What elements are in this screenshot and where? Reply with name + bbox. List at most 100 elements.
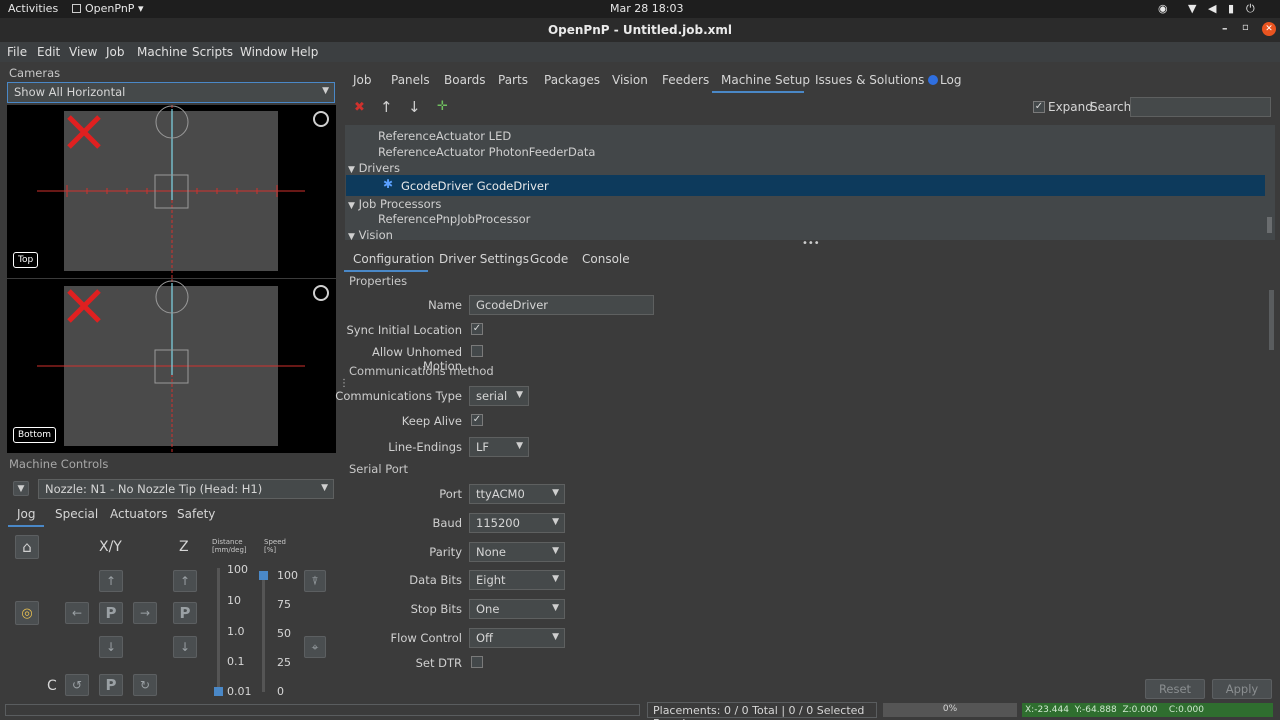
splitter-handle[interactable]: ⋮	[339, 378, 349, 389]
speed-slider-thumb[interactable]	[259, 571, 268, 580]
port-select[interactable]: ttyACM0 ▼	[469, 484, 565, 504]
stop-bits-label: Stop Bits	[410, 602, 462, 616]
arrow-left-icon: ←	[71, 606, 83, 620]
power-icon[interactable]: ⏻	[1246, 2, 1255, 16]
allow-unhomed-motion-checkbox[interactable]	[471, 345, 483, 357]
menu-file[interactable]: File	[7, 45, 27, 59]
distance-slider-thumb[interactable]	[214, 687, 223, 696]
tab-gcode[interactable]: Gcode	[530, 252, 568, 266]
tree-group-vision[interactable]: ▼ Vision	[348, 228, 393, 242]
collapse-controls-button[interactable]: ▼	[13, 481, 29, 496]
baud-select[interactable]: 115200 ▼	[469, 513, 565, 533]
tree-scrollbar[interactable]	[1267, 217, 1272, 233]
expand-checkbox[interactable]: ✓	[1033, 101, 1045, 113]
progress-text: 0%	[942, 704, 958, 714]
name-field[interactable]: GcodeDriver	[469, 295, 654, 315]
sync-initial-location-checkbox[interactable]: ✓	[471, 323, 483, 335]
add-icon[interactable]: ✛	[437, 99, 448, 114]
keep-alive-checkbox[interactable]: ✓	[471, 414, 483, 426]
rotate-cw-button[interactable]: ↻	[133, 674, 157, 696]
camera-view-bottom[interactable]: Bottom	[7, 279, 336, 453]
menu-help[interactable]: Help	[291, 45, 318, 59]
tab-driver-settings[interactable]: Driver Settings	[439, 252, 529, 266]
park-c-button[interactable]: P	[99, 674, 123, 696]
tab-console[interactable]: Console	[582, 252, 630, 266]
feeder-button[interactable]: ⍒	[304, 570, 326, 592]
battery-icon[interactable]: ▮	[1228, 2, 1234, 15]
close-icon[interactable]: ✕	[1262, 22, 1276, 36]
park-z-button[interactable]: P	[173, 602, 197, 624]
config-scrollbar[interactable]	[1269, 290, 1274, 350]
maximize-icon[interactable]: ▫	[1242, 22, 1249, 33]
menu-machine[interactable]: Machine	[137, 45, 187, 59]
tree-item-actuator-led[interactable]: ReferenceActuator LED	[378, 129, 511, 143]
tree-item-actuator-photon[interactable]: ReferenceActuator PhotonFeederData	[378, 145, 595, 159]
camera-position-button[interactable]: ⌖	[304, 636, 326, 658]
menu-job[interactable]: Job	[106, 45, 125, 59]
line-endings-select[interactable]: LF ▼	[469, 437, 529, 457]
nozzle-select[interactable]: Nozzle: N1 - No Nozzle Tip (Head: H1) ▼	[38, 479, 334, 499]
tree-group-job-processors[interactable]: ▼ Job Processors	[348, 197, 441, 211]
menu-edit[interactable]: Edit	[37, 45, 60, 59]
menu-window[interactable]: Window	[240, 45, 287, 59]
home-button[interactable]: ⌂	[15, 535, 39, 559]
cameras-label: Cameras	[9, 66, 61, 80]
tab-boards[interactable]: Boards	[444, 73, 486, 87]
move-down-icon[interactable]: ↓	[408, 98, 421, 116]
tree-item-job-processor[interactable]: ReferencePnpJobProcessor	[378, 212, 530, 226]
communications-type-select[interactable]: serial ▼	[469, 386, 529, 406]
tab-special[interactable]: Special	[55, 507, 98, 521]
flow-control-select[interactable]: Off ▼	[469, 628, 565, 648]
tab-issues-solutions[interactable]: Issues & Solutions	[815, 73, 939, 87]
camera-view-top[interactable]: Top	[7, 105, 336, 278]
clock[interactable]: Mar 28 18:03	[610, 2, 683, 15]
parity-select[interactable]: None ▼	[469, 542, 565, 562]
tab-job[interactable]: Job	[353, 73, 372, 87]
position-camera-button[interactable]: ◎	[15, 601, 39, 625]
splitter-handle-horizontal[interactable]: •••	[802, 238, 820, 249]
rotate-ccw-button[interactable]: ↺	[65, 674, 89, 696]
wifi-icon[interactable]: ▼	[1188, 2, 1196, 15]
tab-configuration[interactable]: Configuration	[353, 252, 434, 266]
tab-safety[interactable]: Safety	[177, 507, 215, 521]
jog-z-minus-button[interactable]: ↓	[173, 636, 197, 658]
sync-initial-location-label: Sync Initial Location	[346, 323, 463, 337]
activities-button[interactable]: Activities	[8, 2, 58, 15]
search-input[interactable]	[1130, 97, 1271, 117]
tree-group-drivers[interactable]: ▼ Drivers	[348, 161, 400, 175]
tab-vision[interactable]: Vision	[612, 73, 648, 87]
camera-view-select[interactable]: Show All Horizontal ▼	[7, 82, 335, 103]
tab-machine-setup[interactable]: Machine Setup	[721, 73, 810, 87]
jog-x-plus-button[interactable]: →	[133, 602, 157, 624]
jog-z-plus-button[interactable]: ↑	[173, 570, 197, 592]
tab-log[interactable]: Log	[940, 73, 961, 87]
set-dtr-checkbox[interactable]	[471, 656, 483, 668]
menu-view[interactable]: View	[69, 45, 97, 59]
data-bits-select[interactable]: Eight ▼	[469, 570, 565, 590]
park-xy-button[interactable]: P	[99, 602, 123, 624]
app-menu[interactable]: OpenPnP ▾	[72, 2, 143, 15]
chrome-icon[interactable]: ◉	[1158, 2, 1168, 15]
stop-bits-select[interactable]: One ▼	[469, 599, 565, 619]
tab-parts[interactable]: Parts	[498, 73, 528, 87]
speed-slider-track[interactable]	[262, 572, 265, 692]
tab-packages[interactable]: Packages	[544, 73, 600, 87]
reset-button[interactable]: Reset	[1145, 679, 1205, 699]
jog-x-minus-button[interactable]: ←	[65, 602, 89, 624]
tab-actuators[interactable]: Actuators	[110, 507, 168, 521]
minimize-icon[interactable]: –	[1222, 22, 1228, 35]
menu-scripts[interactable]: Scripts	[192, 45, 233, 59]
tab-feeders[interactable]: Feeders	[662, 73, 709, 87]
jog-y-plus-button[interactable]: ↑	[99, 570, 123, 592]
tree-item-gcodedriver[interactable]: ✱ GcodeDriver GcodeDriver	[346, 175, 1265, 196]
apply-button[interactable]: Apply	[1212, 679, 1272, 699]
delete-icon[interactable]: ✖	[354, 100, 365, 115]
volume-icon[interactable]: ◀	[1208, 2, 1216, 15]
move-up-icon[interactable]: ↑	[380, 98, 393, 116]
camera-top-overlay	[37, 105, 329, 278]
tab-panels[interactable]: Panels	[391, 73, 430, 87]
camera-bottom-overlay	[37, 279, 329, 453]
jog-y-minus-button[interactable]: ↓	[99, 636, 123, 658]
tab-jog[interactable]: Jog	[17, 507, 36, 521]
distance-slider-track[interactable]	[217, 568, 220, 692]
